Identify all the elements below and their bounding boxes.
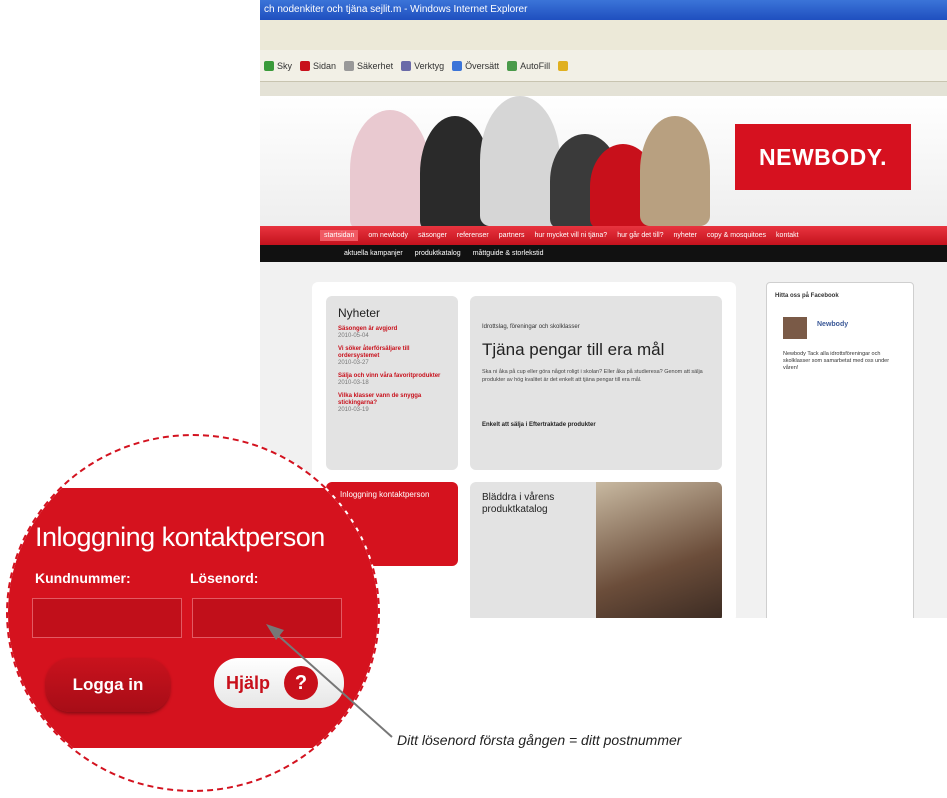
news-title: Nyheter [338,306,381,320]
wrench-icon[interactable] [558,60,569,71]
home-icon [264,60,274,71]
login-button[interactable]: Logga in [46,658,170,712]
news-box: Nyheter Säsongen är avgjord 2010-05-04 Vi… [326,296,458,470]
question-icon: ? [284,666,319,700]
facebook-feed: Newbody Tack alla idrottsföreningar och … [783,351,890,371]
earn-text: Ska ni åka på cup eller göra något rolig… [482,369,703,383]
hero-banner: NEWBODY. [260,96,947,226]
nav-item[interactable]: startsidan [320,230,359,241]
nav-item[interactable]: nyheter [674,232,697,239]
login-title: Inloggning kontaktperson [35,522,325,552]
help-button[interactable]: Hjälp? [214,658,344,708]
avatar[interactable] [783,317,807,339]
browser-toolbar: Sky Sidan Säkerhet Verktyg Översätt Auto… [260,50,947,82]
newbody-logo[interactable]: NEWBODY. [735,124,911,190]
password-label: Lösenord: [190,570,259,586]
translate-icon [452,60,463,71]
earn-kicker: Idrottslag, föreningar och skolklasser [482,324,580,330]
nav-item[interactable]: partners [499,232,525,239]
hero-person [350,110,430,226]
nav-item[interactable]: om newbody [368,232,408,239]
nav-item[interactable]: hur går det till? [617,232,663,239]
customer-number-label: Kundnummer: [35,570,131,586]
main-nav: startsidan om newbody säsonger referense… [260,226,947,245]
subnav-item[interactable]: aktuella kampanjer [344,250,403,257]
shield-icon [344,60,355,71]
title-bar: ch nodenkiter och tjäna sejlit.m - Windo… [260,0,947,20]
autofill-icon [507,60,518,71]
earn-money-box: Idrottslag, föreningar och skolklasser T… [470,296,722,470]
news-item[interactable]: Vilka klasser vann de snygga stickingarn… [338,393,450,414]
toolbar-translate[interactable]: Översätt [452,60,499,71]
address-bar-area[interactable] [260,20,947,51]
news-item[interactable]: Säsongen är avgjord 2010-05-04 [338,326,450,340]
nav-item[interactable]: hur mycket vill ni tjäna? [534,232,607,239]
subnav-item[interactable]: produktkatalog [415,250,461,257]
nav-item[interactable]: säsonger [418,232,447,239]
news-item[interactable]: Vi söker återförsäljare till ordersystem… [338,346,450,367]
earn-title: Tjäna pengar till era mål [482,340,665,359]
facebook-box: Hitta oss på Facebook Newbody Newbody Ta… [766,282,914,618]
catalog-photo [596,482,722,618]
facebook-page-name[interactable]: Newbody [817,321,848,328]
sub-nav: aktuella kampanjer produktkatalog måttgu… [260,245,947,262]
toolbar-home[interactable]: Sky [264,60,292,71]
catalog-box[interactable]: Bläddra i vårens produktkatalog [470,482,722,618]
password-field[interactable] [192,598,342,638]
catalog-title[interactable]: Bläddra i vårens produktkatalog [482,492,592,516]
facebook-title: Hitta oss på Facebook [775,293,839,299]
tab-row [260,82,947,97]
hero-person [480,96,560,226]
news-item[interactable]: Sälja och vinn våra favoritprodukter 2010… [338,373,450,387]
toolbar-page[interactable]: Sidan [300,60,336,71]
magnifier-circle: Inloggning kontaktperson Kundnummer: Lös… [6,434,380,792]
hero-person [640,116,710,226]
toolbar-tools[interactable]: Verktyg [401,60,444,71]
password-note: Ditt lösenord första gången = ditt postn… [397,732,682,748]
nav-item[interactable]: kontakt [776,232,799,239]
page-icon [300,60,311,71]
toolbar-autofill[interactable]: AutoFill [507,60,550,71]
subnav-item[interactable]: måttguide & storlekstid [473,250,544,257]
toolbar-security[interactable]: Säkerhet [344,60,393,71]
earn-link[interactable]: Enkelt att sälja i Eftertraktade produkt… [482,422,596,428]
customer-number-field[interactable] [32,598,182,638]
nav-item[interactable]: referenser [457,232,489,239]
gear-icon [401,60,412,71]
nav-item[interactable]: copy & mosquitoes [707,232,766,239]
